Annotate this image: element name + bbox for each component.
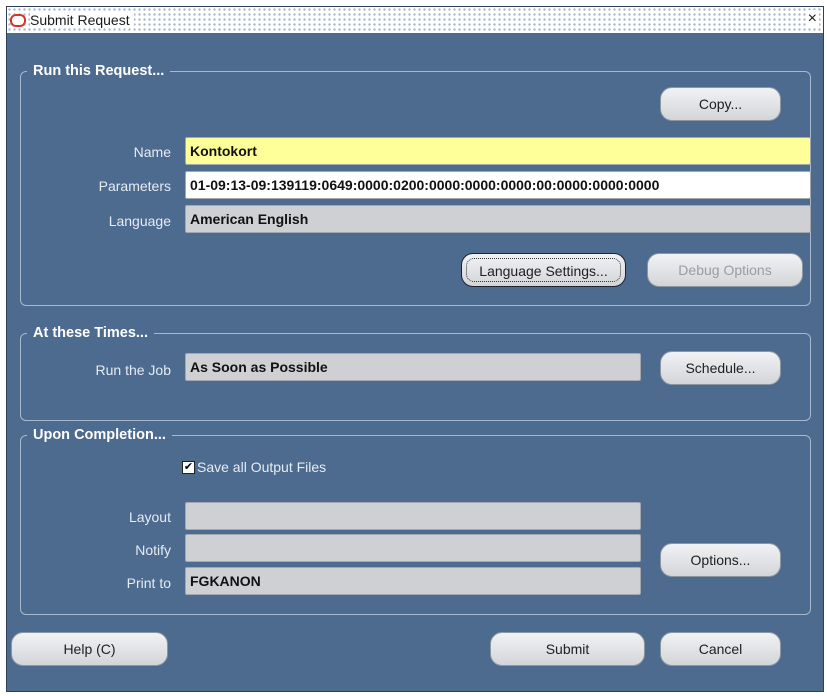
copy-button[interactable]: Copy... [660,87,781,121]
name-field[interactable]: Kontokort [185,137,811,165]
save-output-label: Save all Output Files [197,459,327,475]
options-button[interactable]: Options... [660,543,781,577]
submit-button[interactable]: Submit [490,632,645,666]
parameters-label: Parameters [98,178,171,194]
cancel-button[interactable]: Cancel [660,632,781,666]
language-settings-label: Language Settings... [466,258,621,282]
notify-label: Notify [135,542,171,558]
times-legend: At these Times... [33,325,148,341]
run-job-label: Run the Job [95,362,172,378]
help-button[interactable]: Help (C) [11,632,168,666]
language-settings-button[interactable]: Language Settings... [461,253,626,287]
language-label: Language [108,213,171,229]
schedule-button[interactable]: Schedule... [660,351,781,385]
completion-legend: Upon Completion... [33,427,166,443]
layout-label: Layout [128,509,171,525]
print-to-field[interactable]: FGKANON [185,567,641,595]
title-bar[interactable]: Submit Request × [7,7,823,33]
parameters-field[interactable]: 01-09:13-09:139119:0649:0000:0200:0000:0… [185,171,811,199]
layout-field[interactable] [185,502,641,530]
run-job-field[interactable]: As Soon as Possible [185,353,641,381]
language-field[interactable]: American English [185,205,811,233]
close-icon[interactable]: × [805,10,819,28]
oracle-icon [10,13,26,27]
notify-field[interactable] [185,534,641,562]
name-label: Name [133,144,171,160]
run-request-legend: Run this Request... [33,63,165,79]
save-output-checkbox[interactable]: ✔ Save all Output Files [182,459,326,475]
checkbox-check-icon[interactable]: ✔ [182,460,195,474]
submit-request-window: Submit Request × Run this Request... Cop… [6,6,824,692]
window-title: Submit Request [30,12,134,28]
debug-options-button[interactable]: Debug Options [647,253,803,287]
print-to-label: Print to [126,575,171,591]
